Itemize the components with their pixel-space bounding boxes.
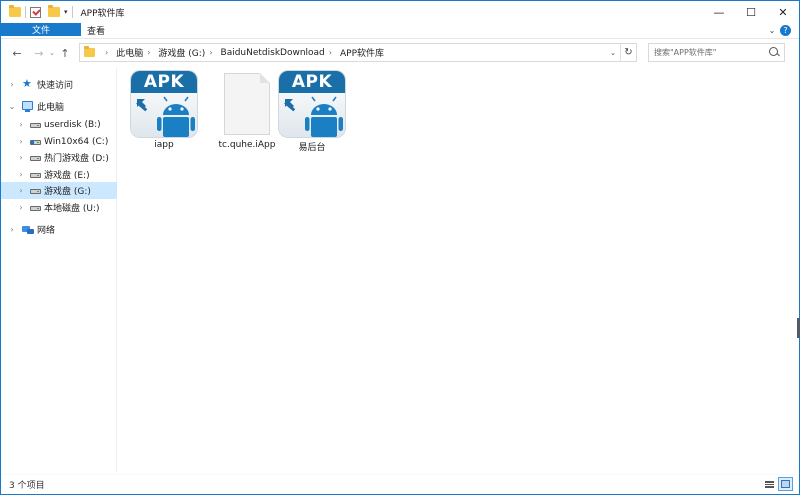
file-item[interactable]: APK <box>272 71 352 153</box>
file-name: iapp <box>154 140 174 150</box>
navigation-bar: ← → ⌄ ↑ › 此电脑 › 游戏盘 (G:) › BaiduNetdiskDown… <box>1 40 799 66</box>
chevron-right-icon[interactable]: › <box>16 170 26 179</box>
help-icon[interactable]: ? <box>780 25 791 36</box>
large-icons-view-button[interactable] <box>778 477 793 491</box>
apk-file-icon: APK <box>131 71 197 137</box>
chevron-down-icon[interactable]: ⌄ <box>7 102 17 111</box>
android-icon <box>136 96 195 137</box>
breadcrumb-item[interactable]: › BaiduNetdiskDownload <box>205 48 324 58</box>
sidebar-item-drive-g[interactable]: › 游戏盘 (G:) <box>1 182 117 199</box>
maximize-button[interactable]: ☐ <box>735 1 767 23</box>
windows-drive-icon <box>30 140 41 145</box>
search-icon[interactable] <box>767 46 781 60</box>
quick-access-toolbar: ▾ <box>9 1 77 23</box>
chevron-right-icon: › <box>147 48 151 57</box>
sidebar-item-drive-e[interactable]: › 游戏盘 (E:) <box>1 166 117 183</box>
properties-icon[interactable] <box>30 6 41 18</box>
title-bar: ▾ APP软件库 — ☐ ✕ <box>1 1 799 23</box>
chevron-right-icon[interactable]: › <box>16 153 26 162</box>
forward-button[interactable]: → <box>31 44 47 62</box>
large-icons-view-icon <box>781 480 790 488</box>
chevron-right-icon[interactable]: › <box>7 80 17 89</box>
details-view-icon <box>765 480 774 488</box>
recent-locations-dropdown[interactable]: ⌄ <box>47 44 57 62</box>
generic-file-icon <box>224 73 270 135</box>
breadcrumb-item[interactable]: › 游戏盘 (G:) <box>143 46 205 59</box>
sidebar-item-drive-d[interactable]: › 热门游戏盘 (D:) <box>1 149 117 166</box>
ribbon-tabs: 文件 主页 共享 查看 ⌄ ? <box>1 23 799 39</box>
chevron-right-icon: › <box>209 48 213 57</box>
up-button[interactable]: ↑ <box>57 44 73 62</box>
chevron-right-icon[interactable]: › <box>16 120 26 129</box>
drive-icon <box>30 189 41 194</box>
back-button[interactable]: ← <box>9 44 25 62</box>
chevron-right-icon[interactable]: › <box>16 186 26 195</box>
file-list: APK iapp tc.quhe.iApp APK 易后台 <box>118 67 799 472</box>
search-placeholder: 搜索"APP软件库" <box>654 48 717 57</box>
drive-icon <box>30 123 41 128</box>
sidebar-item-network[interactable]: › 网络 <box>1 221 117 238</box>
address-dropdown-icon[interactable]: ⌄ <box>606 44 620 61</box>
sidebar-item-drive-c[interactable]: › Win10x64 (C:) <box>1 133 117 150</box>
chevron-right-icon: › <box>328 48 332 57</box>
window-controls: — ☐ ✕ <box>703 1 799 23</box>
new-folder-icon[interactable] <box>48 5 60 17</box>
sidebar-item-drive-b[interactable]: › userdisk (B:) <box>1 116 117 133</box>
explorer-window: ▾ APP软件库 — ☐ ✕ 文件 主页 共享 查看 ⌄ ? ← → ⌄ ↑ ›… <box>0 0 800 495</box>
chevron-right-icon[interactable]: › <box>16 137 26 146</box>
computer-icon <box>22 101 33 112</box>
folder-icon <box>84 46 95 57</box>
tab-file[interactable]: 文件 <box>1 23 81 36</box>
star-icon: ★ <box>22 77 32 90</box>
network-icon <box>22 225 34 234</box>
window-title: APP软件库 <box>80 8 125 19</box>
sidebar-item-quick-access[interactable]: › ★ 快速访问 <box>1 76 117 93</box>
chevron-right-icon: › <box>105 48 109 57</box>
chevron-right-icon[interactable]: › <box>7 225 17 234</box>
navigation-pane: › ★ 快速访问 ⌄ 此电脑 › userdisk (B:) › Win10x6… <box>1 67 117 472</box>
apk-file-icon: APK <box>279 71 345 137</box>
android-icon <box>284 96 343 137</box>
expand-ribbon-icon[interactable]: ⌄ <box>764 23 780 39</box>
drive-icon <box>30 173 41 178</box>
minimize-button[interactable]: — <box>703 1 735 23</box>
file-item[interactable]: APK <box>124 71 204 150</box>
search-input[interactable]: 搜索"APP软件库" <box>648 43 785 62</box>
address-bar[interactable]: › 此电脑 › 游戏盘 (G:) › BaiduNetdiskDownload › AP… <box>79 43 637 62</box>
folder-icon <box>9 5 21 17</box>
refresh-button[interactable]: ↻ <box>620 44 636 61</box>
tab-view[interactable]: 查看 <box>77 23 115 38</box>
view-switcher <box>761 477 793 491</box>
sidebar-item-this-pc[interactable]: ⌄ 此电脑 <box>1 98 117 115</box>
drive-icon <box>30 156 41 161</box>
status-bar: 3 个项目 <box>1 474 799 494</box>
chevron-right-icon[interactable]: › <box>16 203 26 212</box>
sidebar-item-drive-u[interactable]: › 本地磁盘 (U:) <box>1 199 117 216</box>
toolbar-divider <box>71 6 73 18</box>
drive-icon <box>30 206 41 211</box>
file-name: tc.quhe.iApp <box>218 140 276 150</box>
close-button[interactable]: ✕ <box>767 1 799 23</box>
toolbar-divider <box>25 6 26 18</box>
item-count: 3 个项目 <box>9 481 45 491</box>
breadcrumb-item[interactable]: › 此电脑 <box>101 46 143 59</box>
details-view-button[interactable] <box>762 477 777 491</box>
breadcrumb-item[interactable]: › APP软件库 <box>325 46 384 59</box>
file-name: 易后台 <box>298 143 326 153</box>
customize-toolbar-dropdown-icon[interactable]: ▾ <box>64 8 68 16</box>
